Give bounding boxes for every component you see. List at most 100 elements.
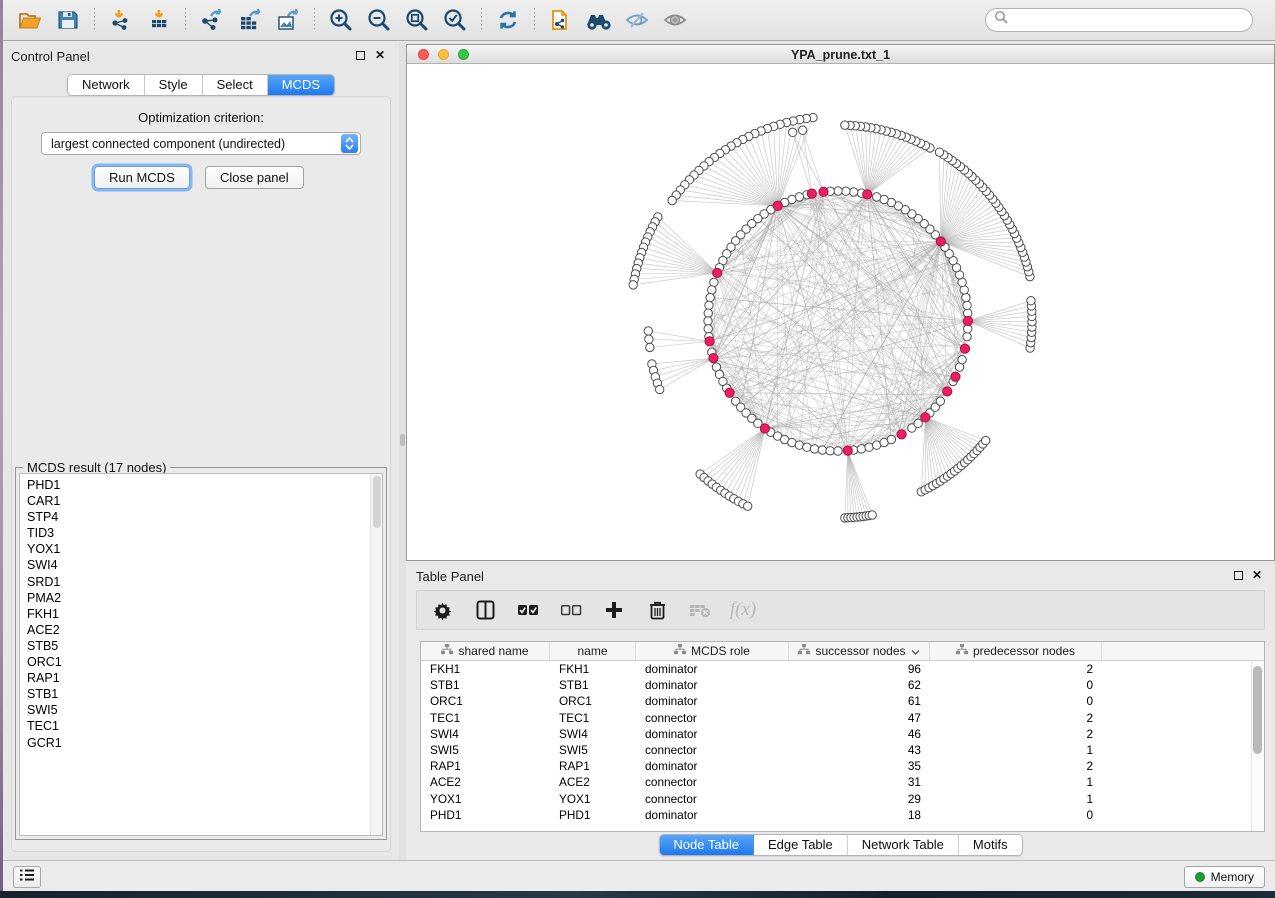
graph-leaf-node[interactable] (645, 335, 653, 343)
float-window-icon[interactable] (356, 51, 365, 60)
graph-mcds-hub-node[interactable] (819, 187, 828, 196)
graph-leaf-node[interactable] (655, 385, 663, 393)
show-column-button[interactable] (474, 598, 496, 622)
memory-button[interactable]: Memory (1184, 866, 1265, 888)
network-from-table-button[interactable] (542, 4, 580, 36)
mcds-result-item[interactable]: SWI4 (27, 557, 382, 573)
graph-mcds-hub-node[interactable] (705, 337, 714, 346)
graph-node[interactable] (834, 447, 842, 455)
graph-mcds-hub-node[interactable] (760, 424, 769, 433)
tab-edge-table[interactable]: Edge Table (754, 835, 848, 855)
graph-mcds-hub-node[interactable] (960, 344, 969, 353)
deselect-all-button[interactable] (560, 598, 582, 622)
graph-mcds-hub-node[interactable] (773, 201, 782, 210)
graph-mcds-hub-node[interactable] (807, 189, 816, 198)
search-input[interactable] (985, 8, 1253, 32)
hide-graphics-details-button[interactable] (618, 4, 656, 36)
mcds-result-item[interactable]: ACE2 (27, 622, 382, 638)
tab-motifs[interactable]: Motifs (959, 835, 1022, 855)
tab-node-table[interactable]: Node Table (659, 835, 754, 855)
table-row[interactable]: TEC1TEC1connector472 (421, 710, 1264, 726)
graph-leaf-node[interactable] (1027, 297, 1035, 305)
table-row[interactable]: FKH1FKH1dominator962 (421, 661, 1264, 677)
mcds-result-item[interactable]: CAR1 (27, 493, 382, 509)
zoom-selected-button[interactable] (436, 4, 474, 36)
function-builder-button[interactable]: f(x) (732, 598, 754, 622)
table-row[interactable]: STB1STB1dominator620 (421, 677, 1264, 693)
delete-column-button[interactable] (646, 598, 668, 622)
graph-node[interactable] (872, 193, 880, 201)
scrollbar-thumb[interactable] (1253, 666, 1262, 754)
import-table-button[interactable] (140, 4, 178, 36)
graph-node[interactable] (704, 325, 712, 333)
refresh-button[interactable] (489, 4, 527, 36)
export-network-button[interactable] (193, 4, 231, 36)
close-icon[interactable]: ✕ (375, 50, 385, 60)
zoom-out-button[interactable] (360, 4, 398, 36)
graph-node[interactable] (704, 317, 712, 325)
graph-leaf-node[interactable] (868, 511, 876, 519)
mcds-result-item[interactable]: TEC1 (27, 718, 382, 734)
mcds-result-item[interactable]: STP4 (27, 509, 382, 525)
mcds-result-item[interactable]: PMA2 (27, 590, 382, 606)
export-table-button[interactable] (231, 4, 269, 36)
column-header-MCDS-role[interactable]: MCDS role (636, 642, 789, 660)
graph-leaf-node[interactable] (646, 343, 654, 351)
table-vertical-scrollbar[interactable] (1251, 661, 1264, 831)
splitter-handle[interactable] (400, 434, 405, 446)
graph-node[interactable] (826, 447, 834, 455)
tab-select[interactable]: Select (203, 75, 268, 95)
float-window-icon[interactable] (1234, 571, 1243, 580)
graph-node[interactable] (962, 293, 970, 301)
mcds-result-item[interactable]: PHD1 (27, 477, 382, 493)
graph-node[interactable] (914, 419, 922, 427)
mcds-result-item[interactable]: TID3 (27, 525, 382, 541)
tab-network[interactable]: Network (68, 75, 145, 95)
graph-leaf-node[interactable] (981, 436, 989, 444)
zoom-fit-button[interactable] (398, 4, 436, 36)
table-row[interactable]: YOX1YOX1connector291 (421, 791, 1264, 807)
graph-node[interactable] (706, 293, 714, 301)
graph-mcds-hub-node[interactable] (897, 430, 906, 439)
table-row[interactable]: ACE2ACE2connector311 (421, 774, 1264, 790)
column-header-predecessor-nodes[interactable]: predecessor nodes (930, 642, 1102, 660)
graph-node[interactable] (887, 435, 895, 443)
mcds-result-list[interactable]: PHD1CAR1STP4TID3YOX1SWI4SRD1PMA2FKH1ACE2… (19, 473, 383, 836)
graph-node[interactable] (958, 355, 966, 363)
graph-node[interactable] (705, 301, 713, 309)
run-mcds-button[interactable]: Run MCDS (94, 166, 190, 189)
graph-node[interactable] (834, 187, 842, 195)
graph-node[interactable] (857, 445, 865, 453)
graph-node[interactable] (936, 397, 944, 405)
mcds-result-item[interactable]: STB5 (27, 638, 382, 654)
graph-node[interactable] (849, 188, 857, 196)
graph-node[interactable] (963, 301, 971, 309)
graph-leaf-node[interactable] (743, 502, 751, 510)
network-window-titlebar[interactable]: YPA_prune.txt_1 (407, 45, 1274, 64)
graph-node[interactable] (810, 445, 818, 453)
mcds-result-item[interactable]: FKH1 (27, 606, 382, 622)
graph-mcds-hub-node[interactable] (713, 268, 722, 277)
graph-mcds-hub-node[interactable] (943, 387, 952, 396)
close-panel-button[interactable]: Close panel (205, 166, 304, 189)
delete-table-button[interactable] (689, 598, 711, 622)
graph-node[interactable] (803, 443, 811, 451)
graph-node[interactable] (818, 446, 826, 454)
import-network-button[interactable] (102, 4, 140, 36)
graph-leaf-node[interactable] (841, 121, 849, 129)
graph-mcds-hub-node[interactable] (951, 372, 960, 381)
tab-style[interactable]: Style (145, 75, 203, 95)
mcds-result-item[interactable]: SRD1 (27, 574, 382, 590)
graph-leaf-node[interactable] (798, 126, 806, 134)
show-graphics-details-button[interactable] (656, 4, 694, 36)
table-row[interactable]: PHD1PHD1dominator180 (421, 807, 1264, 823)
select-all-button[interactable] (517, 598, 539, 622)
graph-mcds-hub-node[interactable] (936, 237, 945, 246)
network-canvas[interactable] (407, 64, 1274, 560)
graph-mcds-hub-node[interactable] (709, 354, 718, 363)
graph-node[interactable] (708, 286, 716, 294)
add-column-button[interactable] (603, 598, 625, 622)
mcds-result-item[interactable]: ORC1 (27, 654, 382, 670)
open-file-button[interactable] (11, 4, 49, 36)
table-row[interactable]: SWI5SWI5connector431 (421, 742, 1264, 758)
